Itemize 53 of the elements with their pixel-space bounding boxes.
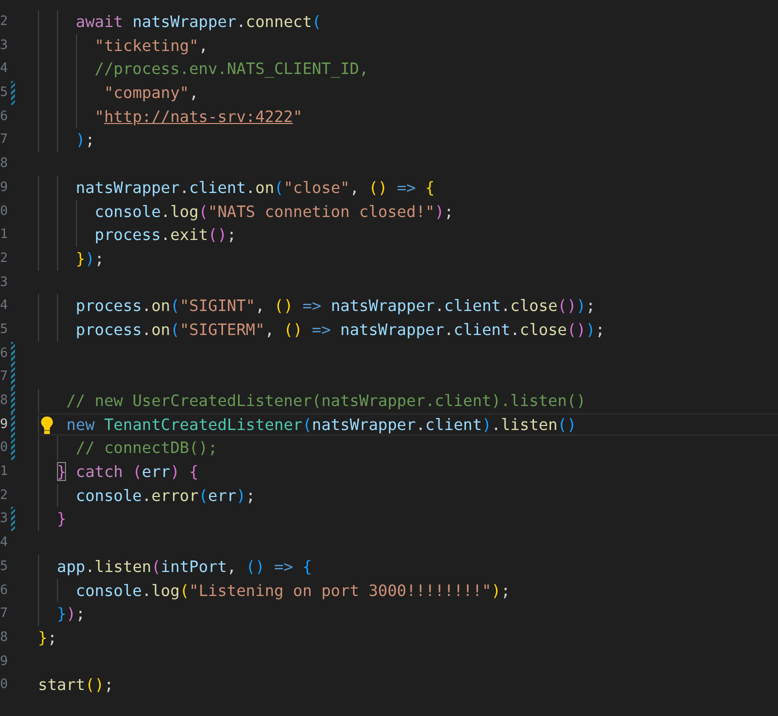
line-number: 0 (0, 676, 8, 694)
line-number: 1 (0, 463, 8, 482)
line-number: 5 (0, 84, 8, 102)
line-number: 5 (0, 320, 8, 339)
line-number: 5 (0, 558, 8, 576)
code-line: await natsWrapper.connect( (76, 12, 322, 31)
line-number: 2 (0, 486, 8, 505)
code-line: process.on("SIGINT", () => natsWrapper.client.close()); (76, 296, 596, 316)
code-line: process.on("SIGTERM", () => natsWrapper.client.close()); (76, 320, 605, 339)
line-number: 9 (0, 652, 8, 671)
lightbulb-icon[interactable] (40, 416, 54, 435)
line-number: 1 (0, 226, 8, 244)
line-number: 2 (0, 250, 8, 268)
code-line: natsWrapper.client.on("close", () => { (76, 178, 435, 197)
code-line: } catch (err) { (56, 462, 199, 482)
code-line: }); (56, 604, 86, 624)
line-number: 6 (0, 108, 8, 126)
code-line: console.error(err); (76, 486, 256, 505)
line-number: 6 (0, 344, 8, 363)
code-line: } (56, 509, 66, 528)
code-line: start(); (38, 675, 114, 694)
line-number: 9 (0, 178, 8, 197)
line-number: 0 (0, 439, 8, 458)
line-number: 8 (0, 392, 8, 410)
line-number: 6 (0, 582, 8, 600)
code-line: "company", (104, 83, 199, 102)
code-line: "http://nats-srv:4222" (94, 106, 302, 126)
code-line: new TenantCreatedListener(natsWrapper.client).listen() (66, 414, 576, 434)
code-line: process.exit(); (94, 225, 236, 244)
code-line: // new UserCreatedListener(natsWrapper.client).listen() (66, 391, 586, 410)
line-number: 7 (0, 368, 8, 386)
line-number: 9 (0, 416, 8, 434)
line-number: 0 (0, 202, 8, 220)
line-number: 4 (0, 534, 8, 552)
code-line: // connectDB(); (76, 438, 218, 458)
line-number: 3 (0, 510, 8, 528)
line-number: 3 (0, 274, 8, 292)
line-number: 3 (0, 36, 8, 55)
line-number: 7 (0, 605, 8, 624)
line-number: 8 (0, 155, 8, 174)
line-number: 7 (0, 131, 8, 150)
line-number: 2 (0, 13, 8, 31)
code-line: console.log("Listening on port 3000!!!!!!!!"); (76, 580, 510, 600)
code-line: ); (76, 130, 95, 150)
code-line: app.listen(intPort, () => { (56, 556, 312, 576)
code-line: //process.env.NATS_CLIENT_ID, (94, 59, 369, 78)
code-line: "ticketing", (94, 36, 208, 55)
code-line: console.log("NATS connetion closed!"); (94, 202, 454, 220)
line-number: 4 (0, 60, 8, 78)
code-line: }; (38, 628, 57, 647)
line-number: 4 (0, 297, 8, 316)
line-number: 8 (0, 628, 8, 647)
code-line: }); (76, 248, 104, 268)
